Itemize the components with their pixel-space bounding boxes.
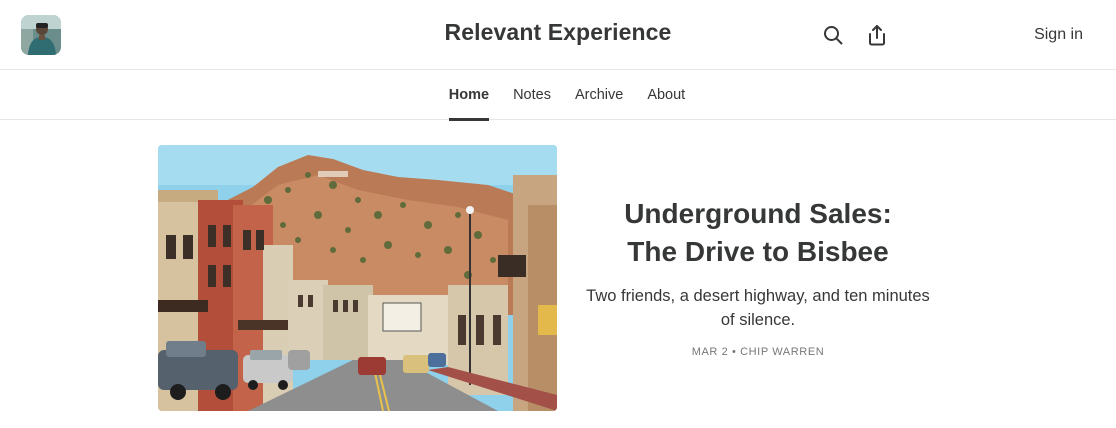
- site-title-link[interactable]: Relevant Experience: [445, 19, 672, 45]
- tab-archive[interactable]: Archive: [575, 70, 623, 120]
- meta-separator: •: [731, 346, 737, 358]
- featured-post-text: Underground Sales: The Drive to Bisbee T…: [578, 195, 938, 358]
- post-title-line-2: The Drive to Bisbee: [627, 236, 889, 267]
- tab-notes[interactable]: Notes: [513, 70, 551, 120]
- post-title-line-1: Underground Sales:: [624, 198, 892, 229]
- nav-tabs: Home Notes Archive About: [0, 70, 1116, 121]
- post-cover-image[interactable]: [158, 145, 557, 411]
- post-author[interactable]: CHIP WARREN: [740, 346, 824, 358]
- post-date: MAR 2: [691, 346, 729, 358]
- site-header: Relevant Experience Sign in: [0, 0, 1116, 70]
- share-icon: [869, 25, 885, 46]
- search-button[interactable]: [820, 22, 846, 48]
- tab-home[interactable]: Home: [448, 70, 490, 121]
- post-meta: MAR 2 • CHIP WARREN: [578, 346, 938, 358]
- primary-nav: Home Notes Archive About: [0, 70, 1116, 121]
- site-title: Relevant Experience: [0, 19, 1116, 46]
- tab-about[interactable]: About: [647, 70, 685, 120]
- post-title[interactable]: Underground Sales: The Drive to Bisbee: [578, 195, 938, 271]
- share-button[interactable]: [864, 22, 890, 48]
- sign-in-button[interactable]: Sign in: [1034, 26, 1083, 44]
- featured-post: Underground Sales: The Drive to Bisbee T…: [158, 145, 958, 411]
- post-subtitle: Two friends, a desert highway, and ten m…: [586, 287, 930, 329]
- search-icon: [824, 26, 843, 45]
